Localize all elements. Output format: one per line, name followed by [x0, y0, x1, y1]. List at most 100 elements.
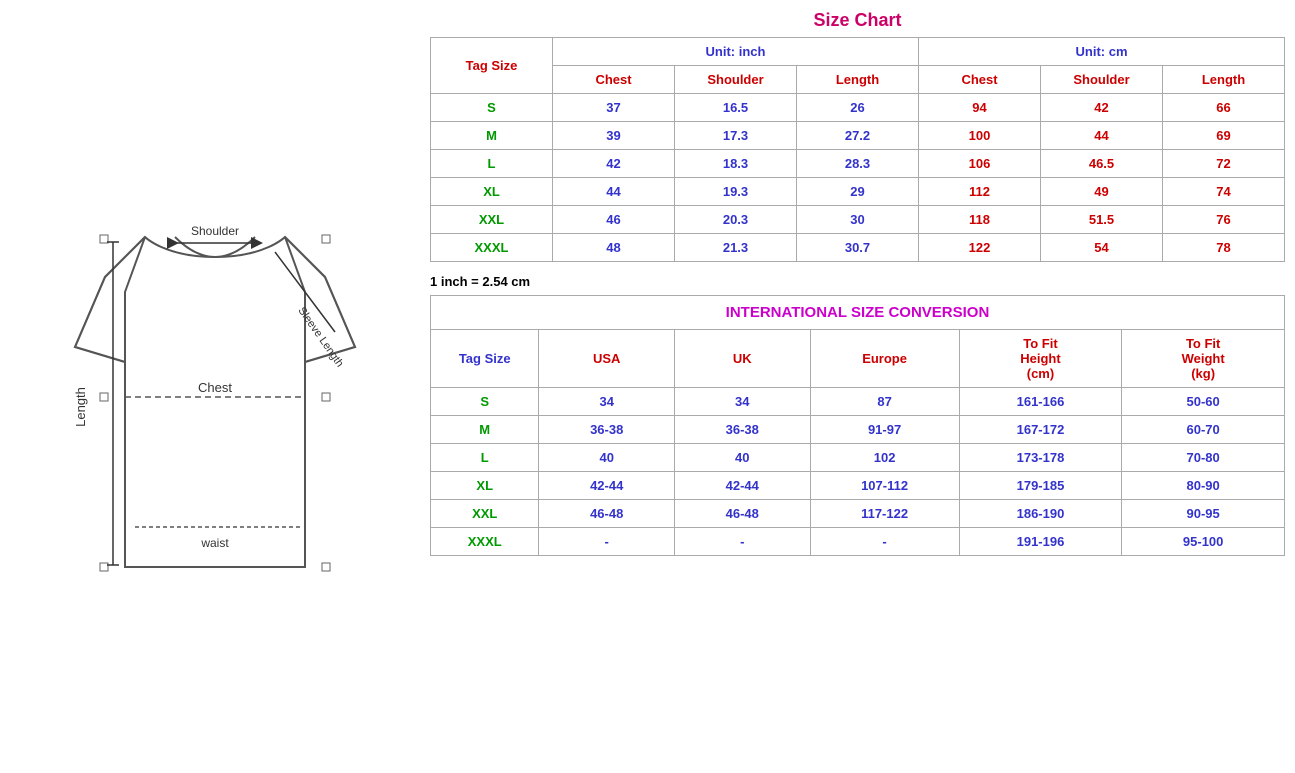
- intl-value-cell: 167-172: [959, 416, 1122, 444]
- inch-value-cell: 17.3: [675, 122, 797, 150]
- table-row: XXXL---191-19695-100: [431, 528, 1285, 556]
- intl-value-cell: 117-122: [810, 500, 959, 528]
- intl-value-cell: 161-166: [959, 388, 1122, 416]
- length-label: Length: [73, 387, 88, 427]
- waist-label: waist: [200, 536, 229, 550]
- inch-col-header: Chest: [553, 66, 675, 94]
- intl-tag-size-cell: L: [431, 444, 539, 472]
- intl-value-cell: 42-44: [674, 472, 810, 500]
- inch-value-cell: 42: [553, 150, 675, 178]
- tshirt-diagram: Shoulder Sleeve Length Chest Length wais…: [45, 147, 385, 627]
- intl-col-header: To FitWeight(kg): [1122, 330, 1285, 388]
- table-row: XL42-4442-44107-112179-18580-90: [431, 472, 1285, 500]
- cm-value-cell: 76: [1163, 206, 1285, 234]
- tag-size-cell: M: [431, 122, 553, 150]
- intl-value-cell: 179-185: [959, 472, 1122, 500]
- shoulder-label: Shoulder: [191, 224, 239, 238]
- inch-col-header: Shoulder: [675, 66, 797, 94]
- inch-value-cell: 20.3: [675, 206, 797, 234]
- inch-value-cell: 46: [553, 206, 675, 234]
- inch-value-cell: 28.3: [797, 150, 919, 178]
- cm-value-cell: 122: [919, 234, 1041, 262]
- inch-value-cell: 21.3: [675, 234, 797, 262]
- intl-tag-size-cell: XL: [431, 472, 539, 500]
- intl-value-cell: -: [539, 528, 675, 556]
- sleeve-label: Sleeve Length: [295, 305, 345, 370]
- inch-value-cell: 29: [797, 178, 919, 206]
- intl-col-header: To FitHeight(cm): [959, 330, 1122, 388]
- intl-col-header: Europe: [810, 330, 959, 388]
- inch-value-cell: 27.2: [797, 122, 919, 150]
- cm-value-cell: 54: [1041, 234, 1163, 262]
- table-row: XXXL4821.330.71225478: [431, 234, 1285, 262]
- inch-value-cell: 26: [797, 94, 919, 122]
- intl-value-cell: 36-38: [539, 416, 675, 444]
- intl-value-cell: 50-60: [1122, 388, 1285, 416]
- table-row: M36-3836-3891-97167-17260-70: [431, 416, 1285, 444]
- intl-conversion-title: INTERNATIONAL SIZE CONVERSION: [430, 295, 1285, 329]
- inch-value-cell: 44: [553, 178, 675, 206]
- intl-value-cell: 102: [810, 444, 959, 472]
- intl-tag-size-cell: XXXL: [431, 528, 539, 556]
- chest-label: Chest: [198, 380, 232, 395]
- cm-value-cell: 49: [1041, 178, 1163, 206]
- cm-value-cell: 78: [1163, 234, 1285, 262]
- unit-inch-header: Unit: inch: [553, 38, 919, 66]
- tag-size-cell: XXL: [431, 206, 553, 234]
- right-panel: Size Chart Tag Size Unit: inch Unit: cm …: [430, 0, 1295, 773]
- tag-size-cell: L: [431, 150, 553, 178]
- cm-value-cell: 72: [1163, 150, 1285, 178]
- table-row: XL4419.3291124974: [431, 178, 1285, 206]
- intl-value-cell: 40: [539, 444, 675, 472]
- table-row: L4218.328.310646.572: [431, 150, 1285, 178]
- inch-value-cell: 18.3: [675, 150, 797, 178]
- diagram-panel: Shoulder Sleeve Length Chest Length wais…: [0, 0, 430, 773]
- inch-value-cell: 48: [553, 234, 675, 262]
- conversion-note: 1 inch = 2.54 cm: [430, 268, 1285, 295]
- intl-value-cell: 60-70: [1122, 416, 1285, 444]
- intl-conversion-table: Tag SizeUSAUKEuropeTo FitHeight(cm)To Fi…: [430, 329, 1285, 556]
- intl-value-cell: 91-97: [810, 416, 959, 444]
- intl-value-cell: 90-95: [1122, 500, 1285, 528]
- intl-tag-size-cell: XXL: [431, 500, 539, 528]
- intl-value-cell: 87: [810, 388, 959, 416]
- table-row: XXL4620.33011851.576: [431, 206, 1285, 234]
- intl-value-cell: 107-112: [810, 472, 959, 500]
- intl-col-header: UK: [674, 330, 810, 388]
- cm-value-cell: 94: [919, 94, 1041, 122]
- cm-col-header: Shoulder: [1041, 66, 1163, 94]
- intl-value-cell: 186-190: [959, 500, 1122, 528]
- cm-value-cell: 112: [919, 178, 1041, 206]
- inch-value-cell: 39: [553, 122, 675, 150]
- intl-value-cell: 34: [539, 388, 675, 416]
- table-row: S343487161-16650-60: [431, 388, 1285, 416]
- size-chart-title: Size Chart: [430, 10, 1285, 31]
- intl-value-cell: 40: [674, 444, 810, 472]
- intl-value-cell: 191-196: [959, 528, 1122, 556]
- tag-size-cell: S: [431, 94, 553, 122]
- intl-col-header: USA: [539, 330, 675, 388]
- table-row: M3917.327.21004469: [431, 122, 1285, 150]
- cm-value-cell: 74: [1163, 178, 1285, 206]
- inch-value-cell: 16.5: [675, 94, 797, 122]
- cm-value-cell: 42: [1041, 94, 1163, 122]
- cm-col-header: Chest: [919, 66, 1041, 94]
- intl-tag-size-header: Tag Size: [431, 330, 539, 388]
- intl-value-cell: 173-178: [959, 444, 1122, 472]
- intl-value-cell: -: [674, 528, 810, 556]
- cm-value-cell: 51.5: [1041, 206, 1163, 234]
- intl-tag-size-cell: M: [431, 416, 539, 444]
- intl-value-cell: 95-100: [1122, 528, 1285, 556]
- unit-cm-header: Unit: cm: [919, 38, 1285, 66]
- intl-value-cell: 46-48: [539, 500, 675, 528]
- table-row: L4040102173-17870-80: [431, 444, 1285, 472]
- tag-size-header: Tag Size: [431, 38, 553, 94]
- intl-value-cell: 34: [674, 388, 810, 416]
- table-row: S3716.526944266: [431, 94, 1285, 122]
- inch-value-cell: 19.3: [675, 178, 797, 206]
- inch-value-cell: 30.7: [797, 234, 919, 262]
- table-row: XXL46-4846-48117-122186-19090-95: [431, 500, 1285, 528]
- intl-value-cell: 80-90: [1122, 472, 1285, 500]
- intl-value-cell: 42-44: [539, 472, 675, 500]
- cm-value-cell: 100: [919, 122, 1041, 150]
